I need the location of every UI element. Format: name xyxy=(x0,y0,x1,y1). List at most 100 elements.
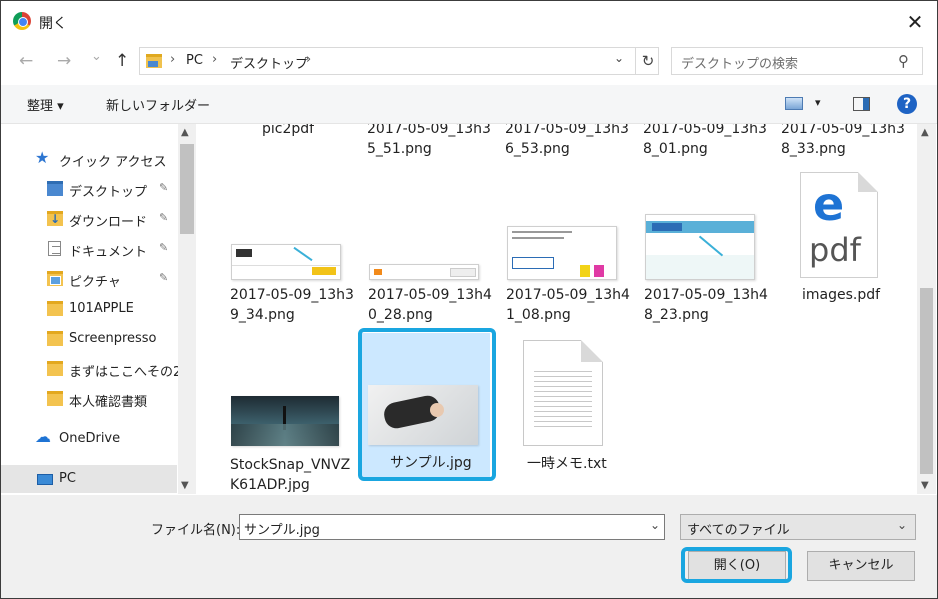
folder-icon xyxy=(47,361,63,376)
text-file-icon[interactable] xyxy=(523,340,603,446)
pin-icon: ✎ xyxy=(159,211,169,224)
sidebar-item-screenpresso[interactable]: Screenpresso xyxy=(1,325,177,353)
file-list-scrollbar[interactable]: ▲ ▼ xyxy=(917,124,936,494)
file-list: pic2pdf 2017-05-09_13h3 5_51.png 2017-05… xyxy=(197,124,917,494)
pictures-icon xyxy=(47,271,63,286)
preview-pane-icon[interactable] xyxy=(853,97,870,111)
sidebar-item-label: ピクチャ xyxy=(69,275,121,290)
highlight-frame xyxy=(681,547,792,583)
file-name[interactable]: images.pdf xyxy=(802,285,880,305)
file-name[interactable]: 2017-05-09_13h3 9_34.png xyxy=(230,285,354,325)
scroll-down-icon[interactable]: ▼ xyxy=(181,480,189,491)
new-folder-button[interactable]: 新しいフォルダー xyxy=(106,95,210,114)
scroll-up-icon[interactable]: ▲ xyxy=(921,127,929,138)
file-name[interactable]: StockSnap_VNVZ K61ADP.jpg xyxy=(230,455,350,494)
recent-locations-button[interactable]: ⌄ xyxy=(91,49,102,64)
file-list-scroll-thumb[interactable] xyxy=(920,288,933,474)
view-dropdown-icon[interactable]: ▾ xyxy=(815,96,821,109)
sidebar-item-label: 101APPLE xyxy=(69,301,134,316)
chrome-icon xyxy=(13,12,31,30)
help-icon[interactable]: ? xyxy=(897,94,917,114)
sidebar-item-label: ダウンロード xyxy=(69,215,148,230)
folder-icon xyxy=(146,54,162,68)
sidebar-item-mazuha[interactable]: まずはここへその2 xyxy=(1,355,181,383)
file-thumbnail[interactable] xyxy=(369,264,479,280)
breadcrumb-separator: › xyxy=(212,52,218,67)
filename-input[interactable]: サンプル.jpg ⌄ xyxy=(239,514,665,540)
search-input[interactable]: デスクトップの検索 ⚲ xyxy=(671,47,923,75)
filetype-value: すべてのファイル xyxy=(687,523,790,538)
file-name[interactable]: 2017-05-09_13h3 8_01.png xyxy=(643,124,767,159)
scroll-down-icon[interactable]: ▼ xyxy=(921,480,929,491)
breadcrumb-separator: › xyxy=(170,52,176,67)
forward-button[interactable]: → xyxy=(57,51,71,71)
file-thumbnail[interactable] xyxy=(231,244,341,280)
sidebar-item-id-docs[interactable]: 本人確認書類 xyxy=(1,385,177,413)
command-bar: 整理 ▾ 新しいフォルダー ▾ ? xyxy=(1,85,937,124)
sidebar-item-onedrive[interactable]: ☁ OneDrive xyxy=(1,425,177,453)
file-thumbnail[interactable] xyxy=(231,396,339,446)
file-thumbnail[interactable] xyxy=(507,226,617,280)
refresh-icon[interactable]: ↻ xyxy=(635,48,660,74)
sidebar-item-101apple[interactable]: 101APPLE xyxy=(1,295,177,323)
file-name[interactable]: 2017-05-09_13h4 8_23.png xyxy=(644,285,768,325)
dialog-footer: ファイル名(N): サンプル.jpg ⌄ すべてのファイル ⌄ 開く(O) キャ… xyxy=(1,495,937,598)
address-dropdown-icon[interactable]: ⌄ xyxy=(614,51,624,65)
chevron-down-icon[interactable]: ⌄ xyxy=(650,518,660,532)
chevron-down-icon: ⌄ xyxy=(897,518,908,532)
sidebar-item-label: OneDrive xyxy=(59,431,121,446)
up-button[interactable]: ↑ xyxy=(115,51,129,71)
sidebar-item-label: Screenpresso xyxy=(69,331,157,346)
filename-label: ファイル名(N): xyxy=(151,523,241,538)
sidebar-item-label: まずはここへその2 xyxy=(69,365,182,380)
file-name[interactable]: 2017-05-09_13h3 8_33.png xyxy=(781,124,905,159)
search-placeholder: デスクトップの検索 xyxy=(681,57,799,72)
documents-icon xyxy=(48,241,61,256)
file-thumbnail[interactable] xyxy=(645,214,755,280)
search-icon[interactable]: ⚲ xyxy=(898,52,909,70)
edge-icon: e xyxy=(813,177,845,231)
folder-icon xyxy=(47,331,63,346)
star-icon: ★ xyxy=(35,148,50,167)
dialog-title: 開く xyxy=(39,16,67,32)
file-name[interactable]: pic2pdf xyxy=(262,124,314,139)
change-view-icon[interactable] xyxy=(785,97,803,110)
navigation-pane: ★ クイック アクセス デスクトップ ✎ ダウンロード ✎ ドキュメント ✎ ピ… xyxy=(1,124,197,494)
sidebar-item-pc[interactable]: PC xyxy=(1,465,177,493)
cancel-button[interactable]: キャンセル xyxy=(807,551,915,581)
sidebar-item-documents[interactable]: ドキュメント ✎ xyxy=(1,235,177,263)
sidebar-item-label: デスクトップ xyxy=(69,185,148,200)
sidebar-item-label: ドキュメント xyxy=(69,245,148,260)
file-name[interactable]: 2017-05-09_13h4 0_28.png xyxy=(368,285,492,325)
sidebar-item-pictures[interactable]: ピクチャ ✎ xyxy=(1,265,177,293)
breadcrumb-desktop[interactable]: デスクトップ xyxy=(230,53,308,72)
sidebar-scroll-thumb[interactable] xyxy=(180,144,194,234)
file-name[interactable]: 2017-05-09_13h4 1_08.png xyxy=(506,285,630,325)
filetype-select[interactable]: すべてのファイル ⌄ xyxy=(680,514,916,540)
file-name[interactable]: 一時メモ.txt xyxy=(527,454,607,474)
pin-icon: ✎ xyxy=(159,271,169,284)
organize-button[interactable]: 整理 ▾ xyxy=(27,95,64,114)
back-button[interactable]: ← xyxy=(19,51,33,71)
sidebar-scrollbar[interactable]: ▲ ▼ xyxy=(178,124,196,494)
folder-icon xyxy=(47,301,63,316)
breadcrumb-pc[interactable]: PC xyxy=(186,53,203,68)
sidebar-item-label: クイック アクセス xyxy=(59,155,167,170)
desktop-folder-icon xyxy=(47,181,63,196)
scroll-up-icon[interactable]: ▲ xyxy=(181,127,189,138)
sidebar-item-downloads[interactable]: ダウンロード ✎ xyxy=(1,205,177,233)
highlight-frame xyxy=(358,328,496,481)
file-name[interactable]: 2017-05-09_13h3 6_53.png xyxy=(505,124,629,159)
sidebar-item-desktop[interactable]: デスクトップ ✎ xyxy=(1,175,177,203)
sidebar-item-quick-access[interactable]: ★ クイック アクセス xyxy=(1,145,177,173)
sidebar-item-label: 本人確認書類 xyxy=(69,395,148,410)
close-button[interactable]: ✕ xyxy=(895,7,935,37)
file-name[interactable]: 2017-05-09_13h3 5_51.png xyxy=(367,124,491,159)
open-file-dialog: 開く ✕ ← → ⌄ ↑ › PC › デスクトップ › ⌄ ↻ デスクトップの… xyxy=(0,0,938,599)
pdf-file-icon[interactable]: e pdf xyxy=(800,172,878,278)
onedrive-cloud-icon: ☁ xyxy=(35,427,51,446)
filename-value: サンプル.jpg xyxy=(244,523,320,538)
address-bar[interactable]: › PC › デスクトップ › ⌄ ↻ xyxy=(139,47,659,75)
breadcrumb-separator: › xyxy=(306,52,312,67)
pin-icon: ✎ xyxy=(159,181,169,194)
